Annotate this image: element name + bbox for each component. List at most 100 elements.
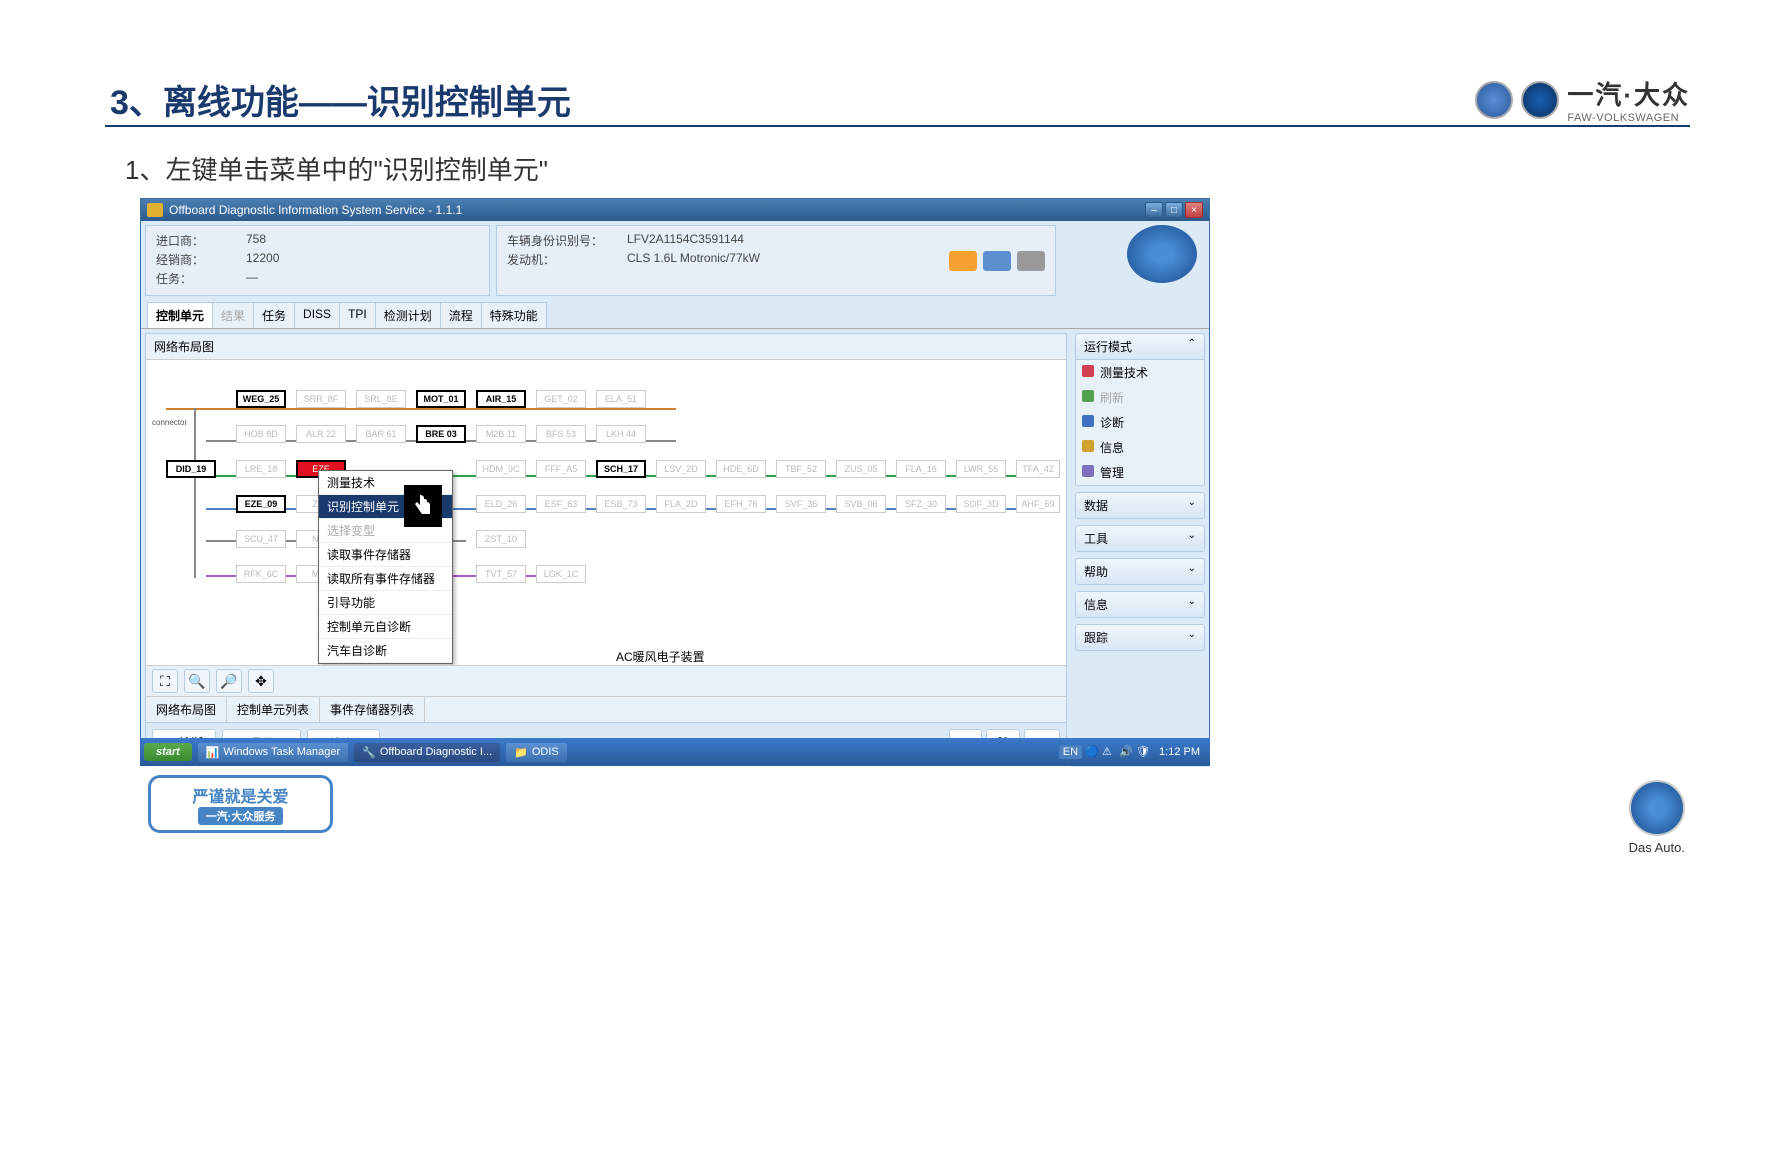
node[interactable]: ELA_51 bbox=[596, 390, 646, 408]
lang-indicator[interactable]: EN bbox=[1059, 745, 1082, 759]
tool-pan-icon[interactable]: ✥ bbox=[248, 669, 274, 693]
tool-zoom-in-icon[interactable]: 🔍 bbox=[184, 669, 210, 693]
tray-icon[interactable]: ⚠ bbox=[1102, 745, 1116, 759]
node[interactable]: TFA_42 bbox=[1016, 460, 1060, 478]
node[interactable]: SFZ_30 bbox=[896, 495, 946, 513]
node[interactable]: SOF_3D bbox=[956, 495, 1006, 513]
node-did19[interactable]: DID_19 bbox=[166, 460, 216, 478]
subtab-network[interactable]: 网络布局图 bbox=[146, 697, 227, 722]
node[interactable]: SVB_06 bbox=[836, 495, 886, 513]
ctx-car-selfdiag[interactable]: 汽车自诊断 bbox=[319, 639, 452, 663]
brand-cn: 一汽·大众 bbox=[1567, 75, 1690, 112]
side-info-section[interactable]: 信息⌄ bbox=[1076, 592, 1204, 617]
node[interactable]: FFF_A5 bbox=[536, 460, 586, 478]
subtab-cu-list[interactable]: 控制单元列表 bbox=[227, 697, 320, 722]
system-tray[interactable]: EN 🔵 ⚠ 🔊 🛡 1:12 PM bbox=[1059, 745, 1206, 759]
tray-icon[interactable]: 🔊 bbox=[1119, 745, 1133, 759]
node[interactable]: ZST_10 bbox=[476, 530, 526, 548]
taskbar-item[interactable]: 📊 Windows Task Manager bbox=[198, 743, 348, 762]
node[interactable]: EZE_09 bbox=[236, 495, 286, 513]
node[interactable]: GET_02 bbox=[536, 390, 586, 408]
header-rule bbox=[105, 125, 1690, 127]
node[interactable]: HOB 8D bbox=[236, 425, 286, 443]
node[interactable]: FLA_16 bbox=[896, 460, 946, 478]
node[interactable]: ESB_73 bbox=[596, 495, 646, 513]
taskbar-item[interactable]: 📁 ODIS bbox=[506, 743, 567, 762]
ctx-read-events[interactable]: 读取事件存储器 bbox=[319, 543, 452, 567]
node[interactable]: MOT_01 bbox=[416, 390, 466, 408]
panel-label: 网络布局图 bbox=[146, 334, 1066, 360]
taskbar-item[interactable]: 🔧 Offboard Diagnostic I... bbox=[354, 743, 500, 762]
ctx-read-all-events[interactable]: 读取所有事件存储器 bbox=[319, 567, 452, 591]
close-button[interactable]: × bbox=[1185, 202, 1203, 218]
side-manage[interactable]: 管理 bbox=[1076, 460, 1204, 485]
ctx-cu-selfdiag[interactable]: 控制单元自诊断 bbox=[319, 615, 452, 639]
node[interactable]: LWR_55 bbox=[956, 460, 1006, 478]
side-measure[interactable]: 测量技术 bbox=[1076, 360, 1204, 385]
importer-value: 758 bbox=[246, 232, 266, 249]
side-info[interactable]: 信息 bbox=[1076, 435, 1204, 460]
node[interactable]: LSV_2D bbox=[656, 460, 706, 478]
maximize-button[interactable]: □ bbox=[1165, 202, 1183, 218]
tab-result[interactable]: 结果 bbox=[212, 302, 254, 328]
start-button[interactable]: start bbox=[144, 743, 192, 761]
node[interactable]: ELD_26 bbox=[476, 495, 526, 513]
engine-label: 发动机： bbox=[507, 251, 627, 268]
node[interactable]: ZUS_05 bbox=[836, 460, 886, 478]
node[interactable]: HDE_6D bbox=[716, 460, 766, 478]
vw-logo-icon bbox=[1629, 780, 1685, 836]
side-refresh[interactable]: 刷新 bbox=[1076, 385, 1204, 410]
minimize-button[interactable]: – bbox=[1145, 202, 1163, 218]
side-trace[interactable]: 跟踪⌄ bbox=[1076, 625, 1204, 650]
subtab-event-list[interactable]: 事件存储器列表 bbox=[320, 697, 425, 722]
node[interactable]: TVT_57 bbox=[476, 565, 526, 583]
node[interactable]: BRE 03 bbox=[416, 425, 466, 443]
side-run-mode[interactable]: 运行模式⌃ bbox=[1076, 334, 1204, 360]
tab-task[interactable]: 任务 bbox=[253, 302, 295, 328]
side-data[interactable]: 数据⌄ bbox=[1076, 493, 1204, 518]
ctx-guided[interactable]: 引导功能 bbox=[319, 591, 452, 615]
node[interactable]: BAR 61 bbox=[356, 425, 406, 443]
tab-tpi[interactable]: TPI bbox=[339, 302, 376, 328]
node[interactable]: SVF_36 bbox=[776, 495, 826, 513]
node[interactable]: ESF_63 bbox=[536, 495, 586, 513]
node[interactable]: ALR 22 bbox=[296, 425, 346, 443]
network-diagram[interactable]: connector WEG_25 SRR_8F SRL_8E MOT_01 AI… bbox=[146, 360, 1066, 665]
window-title-bar[interactable]: Offboard Diagnostic Information System S… bbox=[141, 199, 1209, 221]
engine-value: CLS 1.6L Motronic/77kW bbox=[627, 251, 760, 268]
tab-diss[interactable]: DISS bbox=[294, 302, 340, 328]
tab-control-unit[interactable]: 控制单元 bbox=[147, 302, 213, 328]
node[interactable]: SCH_17 bbox=[596, 460, 646, 478]
tab-flow[interactable]: 流程 bbox=[440, 302, 482, 328]
node[interactable]: LRE_18 bbox=[236, 460, 286, 478]
node[interactable]: LGK_1C bbox=[536, 565, 586, 583]
node[interactable]: FLA_2D bbox=[656, 495, 706, 513]
node[interactable]: TBF_52 bbox=[776, 460, 826, 478]
window-title: Offboard Diagnostic Information System S… bbox=[169, 203, 462, 217]
tool-fit-icon[interactable]: ⛶ bbox=[152, 669, 178, 693]
node[interactable]: EFH_76 bbox=[716, 495, 766, 513]
tab-test-plan[interactable]: 检测计划 bbox=[375, 302, 441, 328]
tray-icon[interactable]: 🛡 bbox=[1136, 745, 1150, 759]
tab-special[interactable]: 特殊功能 bbox=[481, 302, 547, 328]
side-tools[interactable]: 工具⌄ bbox=[1076, 526, 1204, 551]
node[interactable]: AIR_15 bbox=[476, 390, 526, 408]
importer-label: 进口商： bbox=[156, 232, 246, 249]
side-help[interactable]: 帮助⌄ bbox=[1076, 559, 1204, 584]
node[interactable]: SCU_47 bbox=[236, 530, 286, 548]
windows-taskbar[interactable]: start 📊 Windows Task Manager 🔧 Offboard … bbox=[140, 738, 1210, 766]
node[interactable]: SRR_8F bbox=[296, 390, 346, 408]
chevron-down-icon: ⌄ bbox=[1188, 629, 1196, 646]
node[interactable]: SRL_8E bbox=[356, 390, 406, 408]
tray-icon[interactable]: 🔵 bbox=[1085, 745, 1099, 759]
tool-zoom-out-icon[interactable]: 🔎 bbox=[216, 669, 242, 693]
node[interactable]: WEG_25 bbox=[236, 390, 286, 408]
taskbar-clock[interactable]: 1:12 PM bbox=[1153, 746, 1206, 758]
node[interactable]: RFK_6C bbox=[236, 565, 286, 583]
node[interactable]: BFS 53 bbox=[536, 425, 586, 443]
node[interactable]: LKH 44 bbox=[596, 425, 646, 443]
node[interactable]: AHF_69 bbox=[1016, 495, 1060, 513]
side-diag[interactable]: 诊断 bbox=[1076, 410, 1204, 435]
node[interactable]: HDM_9C bbox=[476, 460, 526, 478]
node[interactable]: M2B 11 bbox=[476, 425, 526, 443]
